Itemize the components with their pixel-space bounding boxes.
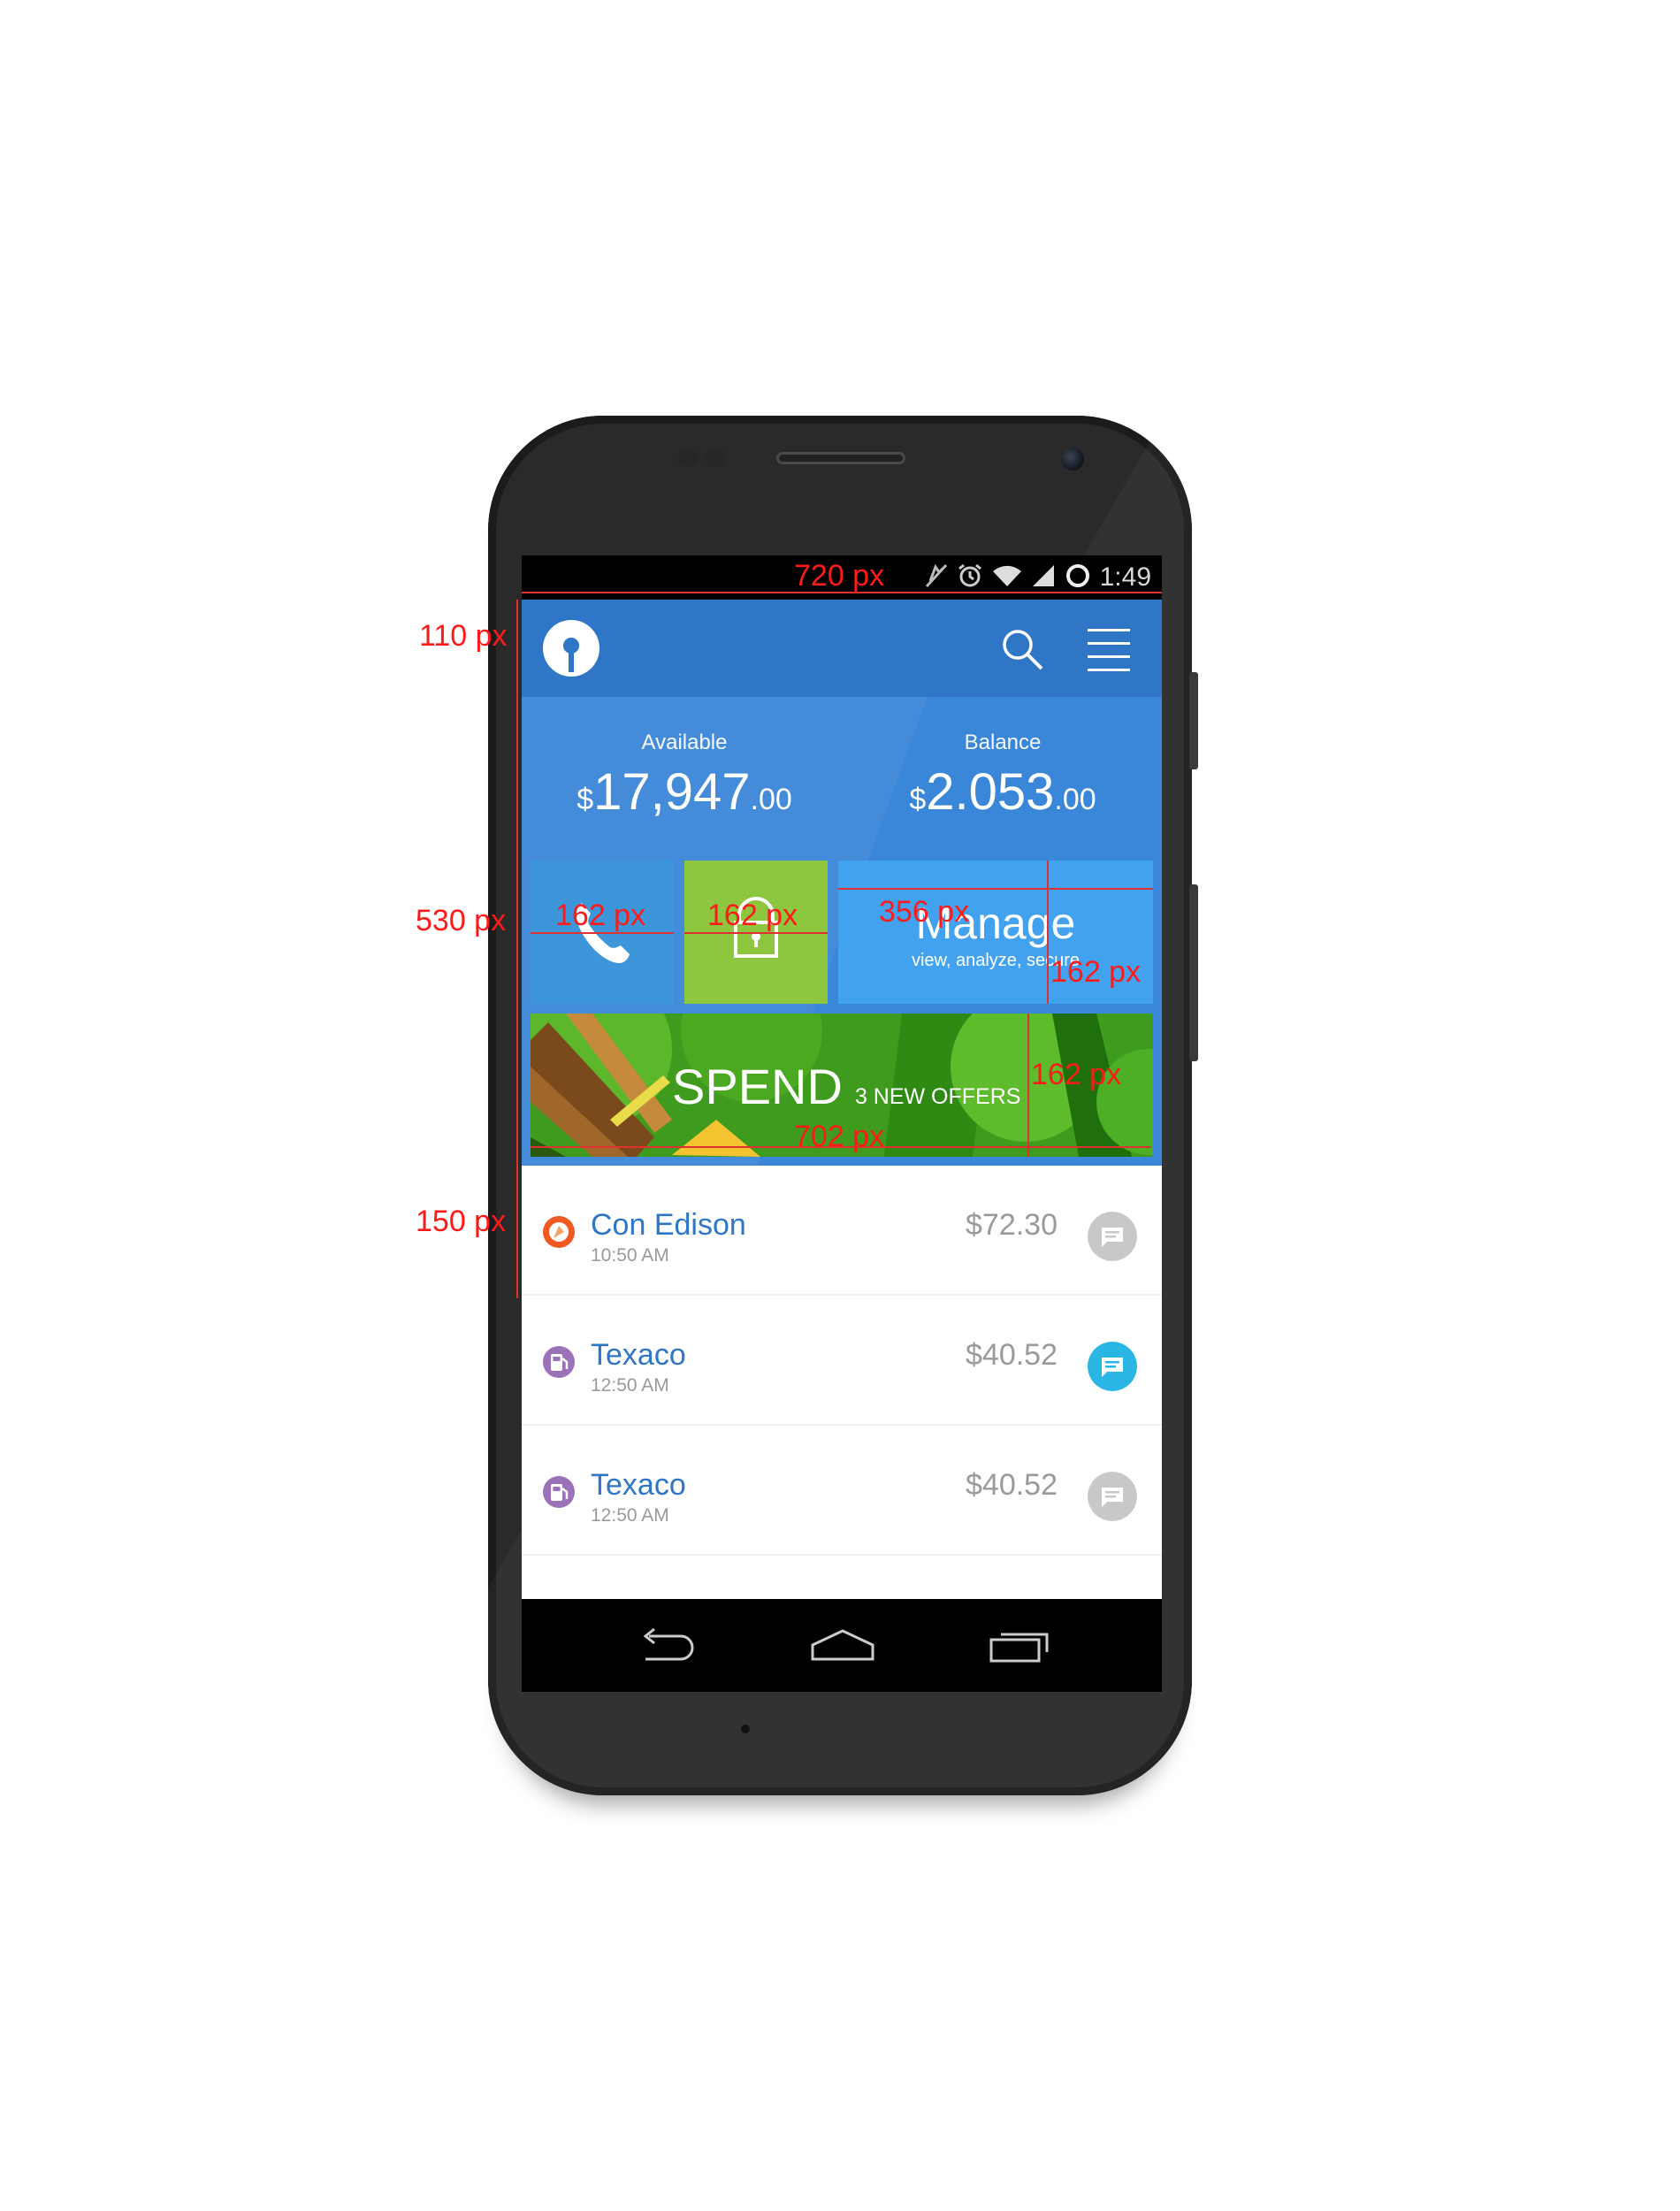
wifi-icon — [992, 564, 1022, 591]
home-icon — [811, 1629, 874, 1661]
merchant-name: Texaco — [591, 1468, 686, 1502]
tile-spend-height-annotation: 162 px — [1031, 1058, 1122, 1091]
fuel-pump-icon — [543, 1346, 575, 1378]
utility-icon — [543, 1216, 575, 1248]
transactions-list: Con Edison 10:50 AM $72.30 Texaco 12:50 … — [522, 1166, 1162, 1599]
transaction-row[interactable]: Texaco 12:50 AM $40.52 — [522, 1296, 1162, 1424]
tile-spend-width-annotation: 702 px — [794, 1120, 885, 1153]
list-item — [522, 1556, 1162, 1599]
row-measure-line — [516, 1166, 518, 1298]
merchant-name: Con Edison — [591, 1208, 746, 1242]
spend-title: SPEND — [672, 1059, 843, 1114]
proximity-sensor — [678, 450, 699, 466]
comment-icon[interactable] — [1088, 1212, 1137, 1261]
transaction-amount: $72.30 — [966, 1208, 1058, 1242]
power-button — [1189, 672, 1198, 769]
microphone — [741, 1725, 750, 1733]
fuel-pump-icon — [543, 1476, 575, 1508]
system-nav-bar — [522, 1599, 1162, 1692]
balance-label: Balance — [964, 731, 1042, 754]
transaction-time: 12:50 AM — [591, 1505, 669, 1526]
status-time: 1:49 — [1099, 562, 1151, 592]
hero-height-annotation: 530 px — [416, 904, 507, 937]
row-height-annotation: 150 px — [416, 1205, 507, 1238]
mute-icon — [925, 563, 948, 592]
balance-amount: $2.053.00 — [909, 763, 1096, 821]
comment-icon[interactable] — [1088, 1342, 1137, 1391]
back-icon — [643, 1627, 694, 1661]
available-label: Available — [641, 731, 728, 754]
tile-manage-measure-line — [838, 888, 1153, 890]
bank-logo-icon — [543, 620, 599, 677]
search-icon — [1003, 630, 1043, 670]
transaction-amount: $40.52 — [966, 1468, 1058, 1502]
volume-rocker — [1189, 884, 1198, 1061]
search-button[interactable] — [999, 626, 1047, 674]
menu-icon — [1088, 629, 1130, 671]
tile-spend-height-line — [1027, 1014, 1029, 1157]
recents-button[interactable] — [989, 1627, 1052, 1666]
comment-icon[interactable] — [1088, 1472, 1137, 1521]
earpiece-speaker — [776, 452, 905, 464]
merchant-name: Texaco — [591, 1338, 686, 1372]
app-bar-measure-line — [516, 600, 518, 697]
transaction-time: 10:50 AM — [591, 1245, 669, 1266]
signal-icon — [1031, 564, 1056, 591]
tile-manage-height-line — [1047, 861, 1049, 1004]
tile-phone-width-annotation: 162 px — [555, 899, 646, 932]
light-sensor — [705, 450, 726, 466]
recents-icon — [989, 1633, 1049, 1663]
home-button[interactable] — [809, 1627, 876, 1666]
transaction-amount: $40.52 — [966, 1338, 1058, 1372]
front-camera-icon — [1061, 448, 1084, 471]
transaction-row[interactable]: Texaco 12:50 AM $40.52 — [522, 1426, 1162, 1554]
transaction-time: 12:50 AM — [591, 1375, 669, 1396]
back-button[interactable] — [635, 1627, 697, 1666]
available-amount: $17,947.00 — [577, 763, 792, 821]
spend-caption: SPEND 3 NEW OFFERS — [672, 1058, 1020, 1115]
app-bar-height-annotation: 110 px — [419, 619, 508, 653]
hero-measure-line — [516, 697, 518, 1166]
menu-button[interactable] — [1088, 629, 1130, 671]
app-bar — [522, 600, 1162, 697]
tile-lock-width-annotation: 162 px — [707, 899, 798, 932]
tile-manage-width-annotation: 356 px — [879, 895, 970, 929]
current-balance: Balance $2.053.00 — [870, 731, 1135, 822]
tile-manage-height-annotation: 162 px — [1050, 955, 1142, 989]
screen-width-annotation: 720 px — [794, 559, 885, 593]
spend-subtitle: 3 NEW OFFERS — [854, 1084, 1021, 1109]
battery-ring-icon — [1065, 562, 1091, 593]
available-balance: Available $17,947.00 — [552, 731, 817, 822]
transaction-row[interactable]: Con Edison 10:50 AM $72.30 — [522, 1166, 1162, 1294]
alarm-icon — [957, 562, 983, 593]
